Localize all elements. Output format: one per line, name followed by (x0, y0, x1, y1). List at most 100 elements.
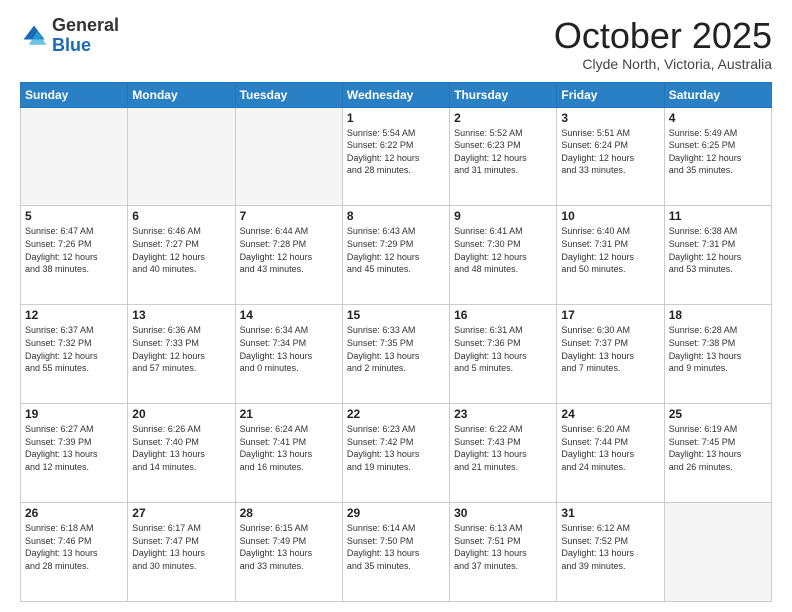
day-info: Sunrise: 6:26 AM Sunset: 7:40 PM Dayligh… (132, 423, 230, 473)
day-number: 10 (561, 209, 659, 223)
day-number: 6 (132, 209, 230, 223)
day-info: Sunrise: 6:14 AM Sunset: 7:50 PM Dayligh… (347, 522, 445, 572)
calendar-cell: 9 Sunrise: 6:41 AM Sunset: 7:30 PM Daylig… (450, 206, 557, 305)
day-number: 24 (561, 407, 659, 421)
calendar-cell: 4 Sunrise: 5:49 AM Sunset: 6:25 PM Daylig… (664, 107, 771, 206)
page: General Blue October 2025 Clyde North, V… (0, 0, 792, 612)
calendar-cell (21, 107, 128, 206)
day-of-week-header: Sunday (21, 82, 128, 107)
logo: General Blue (20, 16, 119, 56)
day-number: 4 (669, 111, 767, 125)
day-number: 17 (561, 308, 659, 322)
day-info: Sunrise: 6:37 AM Sunset: 7:32 PM Dayligh… (25, 324, 123, 374)
day-number: 1 (347, 111, 445, 125)
day-of-week-header: Monday (128, 82, 235, 107)
day-number: 5 (25, 209, 123, 223)
calendar-cell: 8Sunrise: 6:43 AM Sunset: 7:29 PM Daylig… (342, 206, 449, 305)
logo-text: General Blue (52, 16, 119, 56)
day-number: 27 (132, 506, 230, 520)
day-number: 31 (561, 506, 659, 520)
calendar-cell: 30 Sunrise: 6:13 AM Sunset: 7:51 PM Dayli… (450, 503, 557, 602)
day-info: Sunrise: 6:27 AM Sunset: 7:39 PM Dayligh… (25, 423, 123, 473)
day-info: Sunrise: 5:52 AM Sunset: 6:23 PM Dayligh… (454, 127, 552, 177)
day-of-week-header: Thursday (450, 82, 557, 107)
day-number: 9 (454, 209, 552, 223)
day-info: Sunrise: 6:30 AM Sunset: 7:37 PM Dayligh… (561, 324, 659, 374)
day-number: 23 (454, 407, 552, 421)
calendar-cell: 25Sunrise: 6:19 AM Sunset: 7:45 PM Dayli… (664, 404, 771, 503)
day-number: 7 (240, 209, 338, 223)
day-number: 22 (347, 407, 445, 421)
day-number: 25 (669, 407, 767, 421)
calendar-cell: 3 Sunrise: 5:51 AM Sunset: 6:24 PM Daylig… (557, 107, 664, 206)
day-info: Sunrise: 6:18 AM Sunset: 7:46 PM Dayligh… (25, 522, 123, 572)
calendar-cell: 24 Sunrise: 6:20 AM Sunset: 7:44 PM Dayli… (557, 404, 664, 503)
calendar-table: SundayMondayTuesdayWednesdayThursdayFrid… (20, 82, 772, 602)
day-number: 14 (240, 308, 338, 322)
calendar-cell: 21 Sunrise: 6:24 AM Sunset: 7:41 PM Dayli… (235, 404, 342, 503)
calendar-cell: 5 Sunrise: 6:47 AM Sunset: 7:26 PM Daylig… (21, 206, 128, 305)
calendar-cell: 27 Sunrise: 6:17 AM Sunset: 7:47 PM Dayli… (128, 503, 235, 602)
day-of-week-header: Saturday (664, 82, 771, 107)
day-info: Sunrise: 5:49 AM Sunset: 6:25 PM Dayligh… (669, 127, 767, 177)
day-number: 28 (240, 506, 338, 520)
day-info: Sunrise: 5:51 AM Sunset: 6:24 PM Dayligh… (561, 127, 659, 177)
day-number: 21 (240, 407, 338, 421)
calendar-cell: 18Sunrise: 6:28 AM Sunset: 7:38 PM Dayli… (664, 305, 771, 404)
day-info: Sunrise: 6:38 AM Sunset: 7:31 PM Dayligh… (669, 225, 767, 275)
day-number: 18 (669, 308, 767, 322)
day-info: Sunrise: 6:12 AM Sunset: 7:52 PM Dayligh… (561, 522, 659, 572)
day-number: 30 (454, 506, 552, 520)
day-of-week-header: Tuesday (235, 82, 342, 107)
day-number: 16 (454, 308, 552, 322)
day-number: 13 (132, 308, 230, 322)
header: General Blue October 2025 Clyde North, V… (20, 16, 772, 72)
calendar-cell: 29 Sunrise: 6:14 AM Sunset: 7:50 PM Dayli… (342, 503, 449, 602)
calendar-cell: 13 Sunrise: 6:36 AM Sunset: 7:33 PM Dayli… (128, 305, 235, 404)
calendar-cell: 1 Sunrise: 5:54 AM Sunset: 6:22 PM Daylig… (342, 107, 449, 206)
day-info: Sunrise: 6:17 AM Sunset: 7:47 PM Dayligh… (132, 522, 230, 572)
calendar-cell: 31 Sunrise: 6:12 AM Sunset: 7:52 PM Dayli… (557, 503, 664, 602)
day-number: 29 (347, 506, 445, 520)
logo-icon (20, 22, 48, 50)
day-info: Sunrise: 5:54 AM Sunset: 6:22 PM Dayligh… (347, 127, 445, 177)
day-info: Sunrise: 6:24 AM Sunset: 7:41 PM Dayligh… (240, 423, 338, 473)
title-block: October 2025 Clyde North, Victoria, Aust… (554, 16, 772, 72)
calendar-cell: 17 Sunrise: 6:30 AM Sunset: 7:37 PM Dayli… (557, 305, 664, 404)
day-info: Sunrise: 6:47 AM Sunset: 7:26 PM Dayligh… (25, 225, 123, 275)
day-info: Sunrise: 6:31 AM Sunset: 7:36 PM Dayligh… (454, 324, 552, 374)
calendar-cell: 28 Sunrise: 6:15 AM Sunset: 7:49 PM Dayli… (235, 503, 342, 602)
calendar-cell: 22Sunrise: 6:23 AM Sunset: 7:42 PM Dayli… (342, 404, 449, 503)
day-number: 15 (347, 308, 445, 322)
day-number: 26 (25, 506, 123, 520)
calendar-cell: 16 Sunrise: 6:31 AM Sunset: 7:36 PM Dayli… (450, 305, 557, 404)
day-info: Sunrise: 6:43 AM Sunset: 7:29 PM Dayligh… (347, 225, 445, 275)
calendar-cell: 15 Sunrise: 6:33 AM Sunset: 7:35 PM Dayli… (342, 305, 449, 404)
day-number: 11 (669, 209, 767, 223)
day-info: Sunrise: 6:33 AM Sunset: 7:35 PM Dayligh… (347, 324, 445, 374)
day-of-week-header: Friday (557, 82, 664, 107)
day-info: Sunrise: 6:36 AM Sunset: 7:33 PM Dayligh… (132, 324, 230, 374)
day-number: 20 (132, 407, 230, 421)
calendar-cell: 14Sunrise: 6:34 AM Sunset: 7:34 PM Dayli… (235, 305, 342, 404)
day-info: Sunrise: 6:22 AM Sunset: 7:43 PM Dayligh… (454, 423, 552, 473)
day-number: 2 (454, 111, 552, 125)
month-title: October 2025 (554, 16, 772, 56)
day-info: Sunrise: 6:15 AM Sunset: 7:49 PM Dayligh… (240, 522, 338, 572)
location: Clyde North, Victoria, Australia (554, 56, 772, 72)
day-number: 3 (561, 111, 659, 125)
day-of-week-header: Wednesday (342, 82, 449, 107)
calendar-cell: 2 Sunrise: 5:52 AM Sunset: 6:23 PM Daylig… (450, 107, 557, 206)
calendar-cell: 26 Sunrise: 6:18 AM Sunset: 7:46 PM Dayli… (21, 503, 128, 602)
day-info: Sunrise: 6:41 AM Sunset: 7:30 PM Dayligh… (454, 225, 552, 275)
day-info: Sunrise: 6:46 AM Sunset: 7:27 PM Dayligh… (132, 225, 230, 275)
calendar-cell (128, 107, 235, 206)
calendar-cell: 7Sunrise: 6:44 AM Sunset: 7:28 PM Daylig… (235, 206, 342, 305)
day-info: Sunrise: 6:20 AM Sunset: 7:44 PM Dayligh… (561, 423, 659, 473)
day-info: Sunrise: 6:13 AM Sunset: 7:51 PM Dayligh… (454, 522, 552, 572)
calendar-cell (664, 503, 771, 602)
calendar-cell: 11 Sunrise: 6:38 AM Sunset: 7:31 PM Dayli… (664, 206, 771, 305)
calendar-cell: 23 Sunrise: 6:22 AM Sunset: 7:43 PM Dayli… (450, 404, 557, 503)
calendar-cell: 19Sunrise: 6:27 AM Sunset: 7:39 PM Dayli… (21, 404, 128, 503)
calendar-cell: 10Sunrise: 6:40 AM Sunset: 7:31 PM Dayli… (557, 206, 664, 305)
